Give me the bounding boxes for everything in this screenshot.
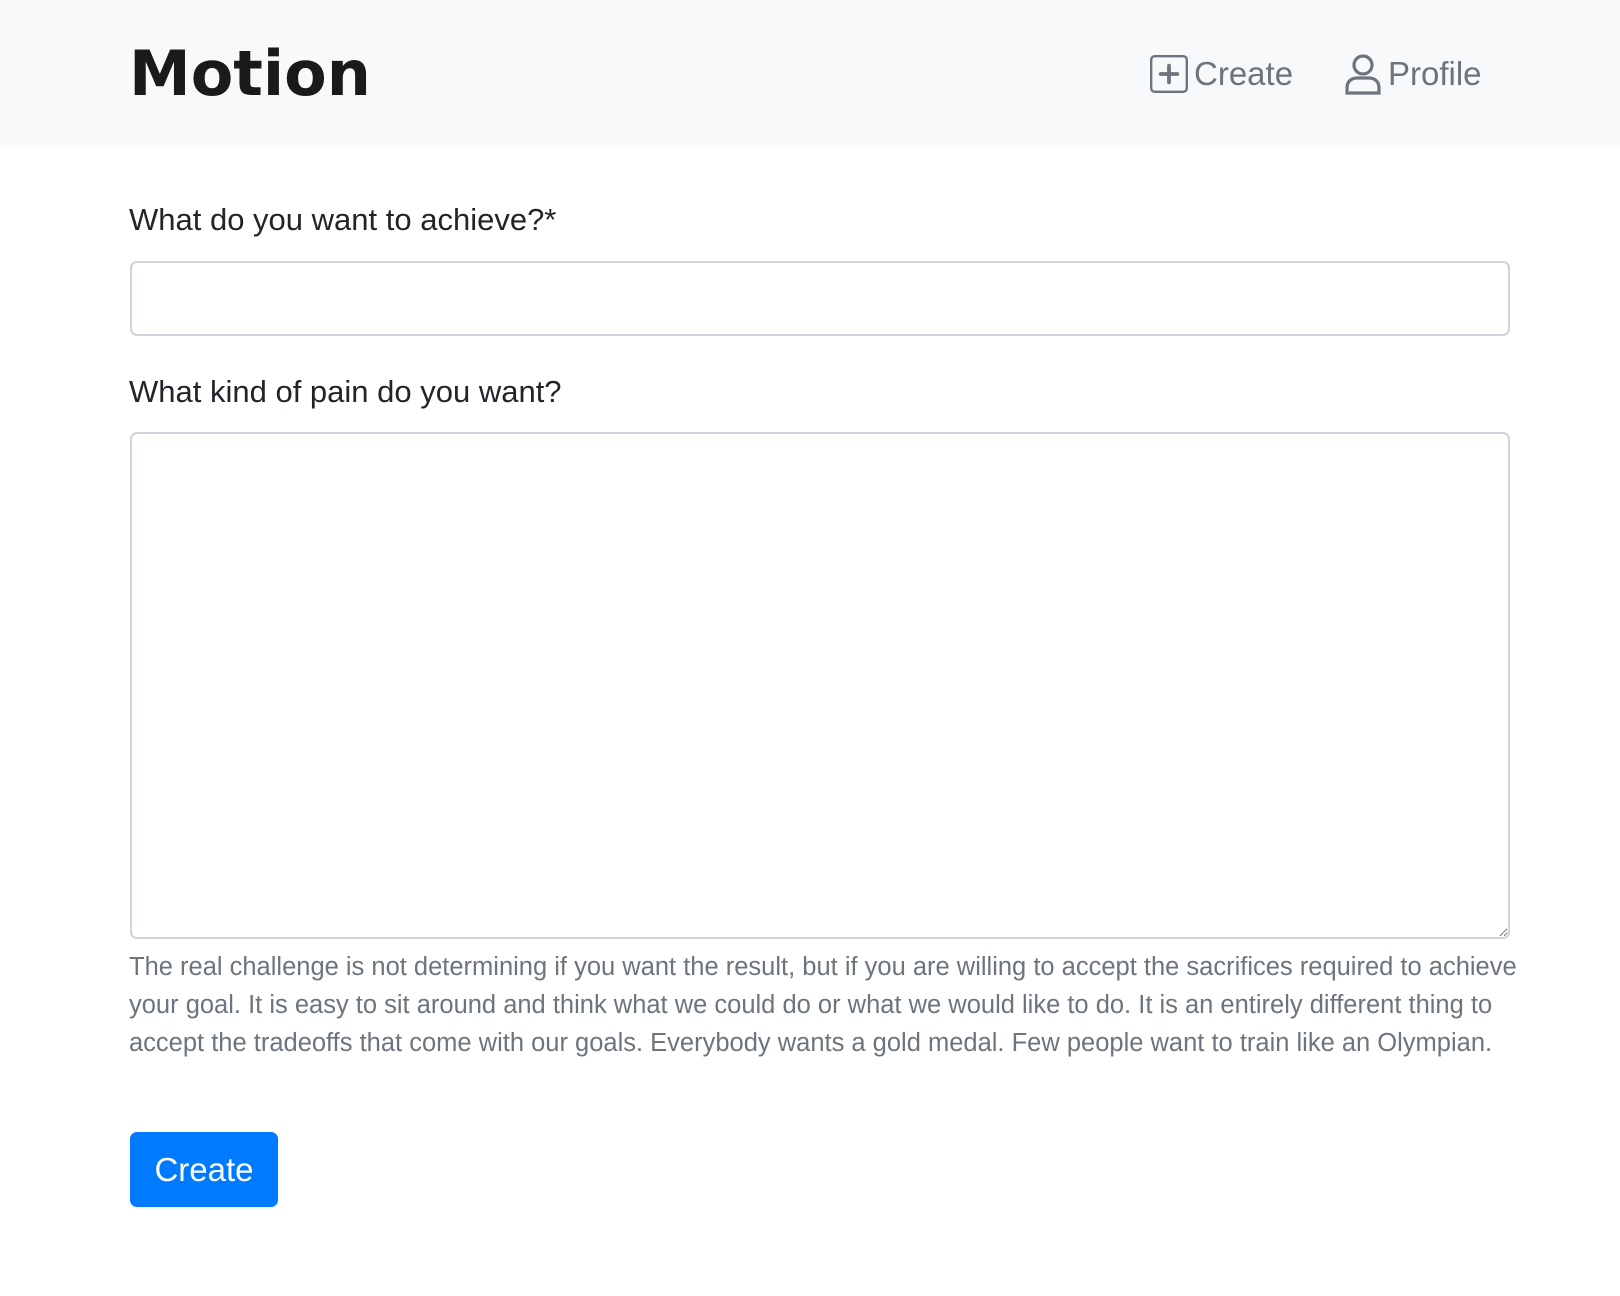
- create-button[interactable]: Create: [130, 1132, 278, 1207]
- goal-input[interactable]: [130, 261, 1510, 336]
- goal-label: What do you want to achieve?*: [129, 202, 557, 237]
- navbar: Motion Create Profile: [0, 0, 1620, 147]
- pain-textarea[interactable]: [130, 432, 1510, 939]
- nav-profile-label: Profile: [1388, 55, 1482, 92]
- person-icon: [1344, 53, 1382, 95]
- plus-square-icon: [1150, 55, 1188, 93]
- nav-create-label: Create: [1194, 55, 1294, 92]
- brand-logo[interactable]: Motion: [129, 36, 371, 112]
- nav-create-link[interactable]: Create: [1150, 48, 1293, 100]
- pain-label: What kind of pain do you want?: [129, 374, 562, 409]
- help-text: The real challenge is not determining if…: [129, 953, 1517, 1057]
- nav-profile-link[interactable]: Profile: [1344, 48, 1482, 100]
